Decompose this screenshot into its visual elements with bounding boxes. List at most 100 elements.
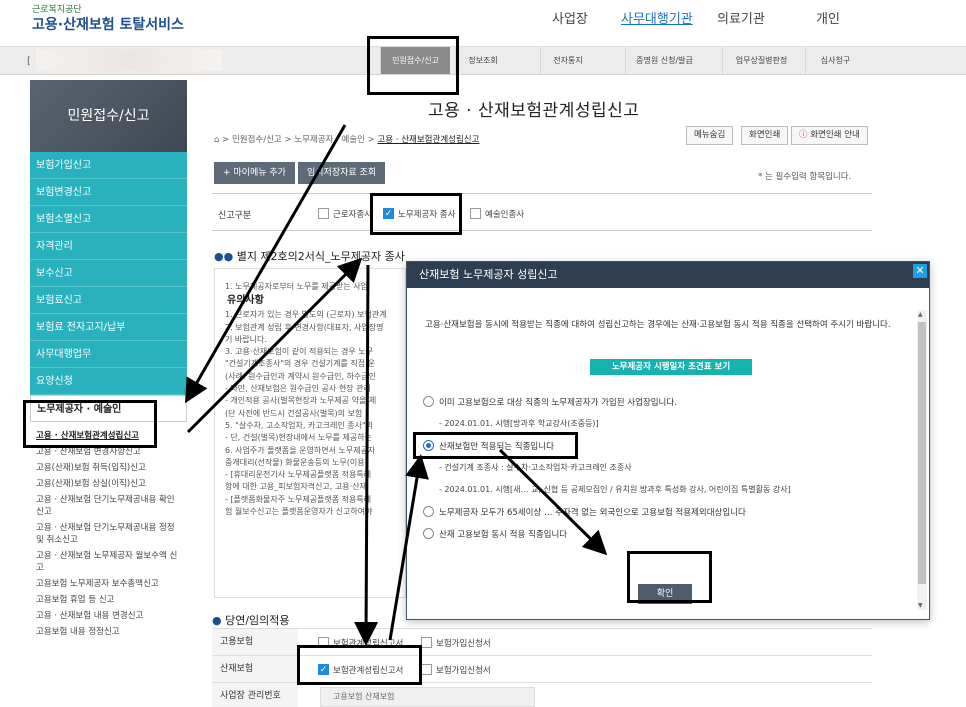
breadcrumb-current[interactable]: 고용 · 산재보험관계성립신고 (377, 135, 479, 145)
sub-item-establish-report[interactable]: 고용 · 산재보험관계성립신고 (30, 428, 187, 444)
notice-line: - 단, 건설(벌목)현장내에서 노무를 제공하는 (225, 433, 372, 443)
sidebar-item-agency-work[interactable]: 사무대행업무 (30, 341, 187, 368)
saved-data-button[interactable]: 임시저장자료 조회 (298, 162, 386, 184)
scroll-thumb[interactable] (918, 322, 926, 584)
sidebar-menu: 보험가입신고 보험변경신고 보험소멸신고 자격관리 보수신고 보험료신고 보험료… (30, 152, 187, 422)
menu-civil-report[interactable]: 민원접수/신고 (380, 47, 450, 74)
sub-item-content-change[interactable]: 고용 · 산재보험 내용 변경신고 (30, 608, 187, 624)
sidebar-item-qualification[interactable]: 자격관리 (30, 233, 187, 260)
notice-box: 1. 노무제공자로부터 노무를 제공받는 사업 유의사항 1. 근로자가 있는 … (214, 268, 406, 598)
sidebar-item-care-request[interactable]: 요양신청 (30, 368, 187, 395)
row-label-employment: 고용보험 (212, 629, 298, 655)
notice-line: 기 바랍니다. (225, 334, 267, 344)
add-my-menu-button[interactable]: + 마이메뉴 추가 (214, 162, 295, 184)
print-guide-label: 화면인쇄 안내 (810, 130, 860, 140)
scroll-down-icon[interactable]: ▼ (918, 602, 923, 609)
accident-establish-checkbox[interactable]: ✓ (318, 664, 329, 675)
site-logo[interactable]: 고용·산재보험 토탈서비스 (32, 14, 184, 34)
modal-scrollbar[interactable]: ▲ ▼ (917, 310, 927, 610)
sub-item-short-term-confirm[interactable]: 고용 · 산재보험 단기노무제공내용 확인신고 (30, 492, 187, 520)
sub-item-leave-report[interactable]: 고용보험 휴업 등 신고 (30, 592, 187, 608)
top-nav-personal[interactable]: 개인 (816, 8, 840, 27)
menu-occupational-disease[interactable]: 업무상질병판정 (722, 47, 800, 74)
notice-line: - 개인적용 공사(벌목현장과 노무제공 약을 체 (225, 396, 377, 406)
sidebar-item-wage-report[interactable]: 보수신고 (30, 260, 187, 287)
print-button[interactable]: 화면인쇄 (741, 126, 789, 145)
employment-establish-checkbox[interactable] (318, 637, 329, 648)
sidebar-item-premium-report[interactable]: 보험료신고 (30, 287, 187, 314)
close-icon[interactable]: ✕ (913, 264, 927, 278)
report-type-artist-label: 예술인종사 (485, 210, 525, 220)
top-nav-agency[interactable]: 사무대행기관 (621, 8, 693, 27)
notice-line: 험 월보수신고는 플랫폼운영자가 신고하여야 (225, 507, 373, 517)
accident-join-checkbox[interactable] (421, 664, 432, 675)
option-excluded-radio[interactable] (423, 506, 434, 517)
menubar-bracket: [ (27, 56, 31, 67)
option-both-radio[interactable] (423, 528, 434, 539)
sidebar-item-insurance-change[interactable]: 보험변경신고 (30, 179, 187, 206)
bullet-icon: ●● (214, 250, 234, 263)
sub-item-content-correct[interactable]: 고용보험 내용 정정신고 (30, 624, 187, 640)
notice-line: 5. "살수차, 고소작업차, 카고크레인 종사"의 (225, 420, 374, 430)
option-already-insured-label: 이미 고용보험으로 대상 직종의 노무제공자가 가입된 사업장입니다. (439, 398, 677, 408)
home-icon[interactable]: ⌂ (214, 135, 219, 145)
sub-item-loss-report[interactable]: 고용(산재)보험 상실(이직)신고 (30, 476, 187, 492)
report-type-labor-label: 노무제공자 종사 (398, 210, 456, 220)
menu-certificate[interactable]: 증명원 신청/발급 (625, 47, 703, 74)
sidebar-item-e-billing[interactable]: 보험료 전자고지/납부 (30, 314, 187, 341)
option-accident-only-radio[interactable] (423, 440, 434, 451)
sub-item-short-term-correct[interactable]: 고용 · 산재보험 단기노무제공내용 정정 및 취소신고 (30, 520, 187, 548)
sidebar-sub-list: 고용 · 산재보험관계성립신고 고용 · 산재보험 변경사항신고 고용(산재)보… (30, 428, 187, 640)
table-row: 산재보험 ✓ 보험관계성립신고서 보험가입신청서 (212, 655, 872, 682)
view-schedule-button[interactable]: 노무제공자 시행일자 조견표 보기 (590, 359, 752, 375)
sidebar-item-labor-provider[interactable]: 노무제공자 · 예술인 (30, 395, 187, 422)
notice-line: 2. 보험관계 성립 후 변경사항(대표자, 사업장명 (225, 322, 384, 332)
section-heading: ●● 별지 제2호의2서식_노무제공자 종사 (214, 248, 405, 264)
apply-table: 고용보험 보험관계성립신고서 보험가입신청서 산재보험 ✓ 보험관계성립신고서 … (212, 628, 872, 707)
top-nav-medical[interactable]: 의료기관 (717, 8, 765, 27)
option-note: - 건설기계 조종사 : 살수차·고소작업차·카고크레인 조종사 (439, 463, 632, 472)
row-label-accident: 산재보험 (212, 656, 298, 682)
menu-e-notice[interactable]: 전자통지 (540, 47, 595, 74)
sub-item-total-wage[interactable]: 고용보험 노무제공자 보수총액신고 (30, 576, 187, 592)
sub-item-acquire-report[interactable]: 고용(산재)보험 취득(입직)신고 (30, 460, 187, 476)
sub-item-change-report[interactable]: 고용 · 산재보험 변경사항신고 (30, 444, 187, 460)
report-type-artist-checkbox[interactable] (470, 208, 481, 219)
report-type-worker-checkbox[interactable] (318, 208, 329, 219)
notice-line: - [휴대리운전기사 노무제공플랫폼 적용특례 (225, 470, 372, 480)
option-note: - 2024.01.01. 시행[새… 교, 신협 등 공제모집인 / 유치원 … (439, 485, 791, 494)
employment-join-checkbox[interactable] (421, 637, 432, 648)
table-row: 고용보험 보험관계성립신고서 보험가입신청서 (212, 628, 872, 655)
notice-line: (사례: 원수급인과 계약시 원수급인, 하수급인 (225, 371, 377, 381)
required-note-text: * 는 필수입력 항목입니다. (758, 172, 852, 182)
sub-item-monthly-wage[interactable]: 고용 · 산재보험 노무제공자 월보수액 신고 (30, 548, 187, 576)
confirm-button[interactable]: 확인 (638, 584, 692, 604)
sidebar-item-insurance-end[interactable]: 보험소멸신고 (30, 206, 187, 233)
notice-heading: 유의사항 (227, 295, 264, 307)
option-excluded-label: 노무제공자 모두가 65세이상 … 주자격 없는 외국인으로 고용보험 적용제외… (439, 508, 746, 518)
apply-section-heading: ● 당연/임의적용 (212, 612, 290, 628)
breadcrumb-item[interactable]: 민원접수/신고 (232, 135, 282, 145)
biz-no-field[interactable]: 고용보험 산재보험 (320, 687, 535, 707)
notice-line: 중개대리(선작물) 화물운송등의 노무(이용) (225, 457, 368, 467)
page-title: 고용 · 산재보험관계성립신고 (428, 101, 640, 121)
notice-line: 6. 사업주가 플랫폼을 운영하면서 노무제공자 (225, 445, 376, 455)
breadcrumb-item[interactable]: 노무제공자 · 예술인 (294, 135, 365, 145)
menu-info-lookup[interactable]: 정보조회 (455, 47, 510, 74)
sidebar-title: 민원접수/신고 (30, 80, 187, 152)
scroll-up-icon[interactable]: ▲ (918, 311, 923, 318)
menu-review-request[interactable]: 심사청구 (805, 47, 865, 74)
notice-line: - [플랫폼화물자주 노무제공플랫폼 적용특례 (225, 494, 372, 504)
menu-hide-button[interactable]: 메뉴숨김 (686, 126, 734, 145)
option-both-label: 산재 고용보험 동시 적용 직종입니다 (439, 530, 568, 540)
top-nav-business[interactable]: 사업장 (552, 8, 588, 27)
sidebar-item-insurance-join[interactable]: 보험가입신고 (30, 152, 187, 179)
print-guide-button[interactable]: ⓘ 화면인쇄 안내 (791, 126, 868, 145)
report-type-labor-checkbox[interactable]: ✓ (383, 208, 394, 219)
option-already-insured-radio[interactable] (423, 396, 434, 407)
option-note: - 2024.01.01. 시행[방과후 학교강사(초중등)] (439, 419, 599, 428)
report-type-label: 신고구분 (218, 211, 252, 221)
notice-line: 1. 노무제공자로부터 노무를 제공받는 사업 (225, 282, 368, 291)
accident-join-label: 보험가입신청서 (436, 666, 491, 676)
option-accident-only-label: 산재보험만 적용되는 직종입니다 (439, 442, 554, 452)
